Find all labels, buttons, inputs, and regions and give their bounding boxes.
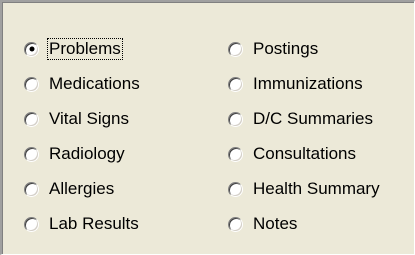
radio-label: Radiology <box>49 144 125 163</box>
radio-label: Health Summary <box>253 179 380 198</box>
radio-vital-signs[interactable]: Vital Signs <box>24 104 130 134</box>
radio-radiology[interactable]: Radiology <box>24 139 126 169</box>
radio-label: Immunizations <box>253 74 363 93</box>
radio-dc-summaries[interactable]: D/C Summaries <box>228 104 374 134</box>
report-type-group: Problems Medications Vital Signs Radiolo… <box>0 0 415 255</box>
radio-button[interactable] <box>228 111 243 127</box>
radio-button[interactable] <box>24 181 39 197</box>
radio-allergies[interactable]: Allergies <box>24 174 115 204</box>
radio-postings[interactable]: Postings <box>228 34 319 64</box>
radio-button[interactable] <box>228 146 243 162</box>
radio-consultations[interactable]: Consultations <box>228 139 357 169</box>
radio-label: D/C Summaries <box>253 109 373 128</box>
radio-button[interactable] <box>228 76 243 92</box>
radio-notes[interactable]: Notes <box>228 209 298 239</box>
radio-button[interactable] <box>24 41 39 57</box>
radio-label: Notes <box>253 214 298 233</box>
radio-label: Lab Results <box>49 214 139 233</box>
radio-button[interactable] <box>228 181 243 197</box>
radio-label: Medications <box>49 74 140 93</box>
radio-label: Problems <box>47 38 123 60</box>
radio-button[interactable] <box>24 146 39 162</box>
radio-button[interactable] <box>228 216 243 232</box>
radio-health-summary[interactable]: Health Summary <box>228 174 381 204</box>
radio-button[interactable] <box>228 41 243 57</box>
radio-button[interactable] <box>24 216 39 232</box>
radio-label: Vital Signs <box>49 109 130 128</box>
radio-label: Postings <box>253 39 319 58</box>
radio-label: Allergies <box>49 179 115 198</box>
radio-button[interactable] <box>24 76 39 92</box>
radio-medications[interactable]: Medications <box>24 69 141 99</box>
radio-problems[interactable]: Problems <box>24 34 123 64</box>
radio-lab-results[interactable]: Lab Results <box>24 209 140 239</box>
radio-button[interactable] <box>24 111 39 127</box>
radio-label: Consultations <box>253 144 357 163</box>
radio-immunizations[interactable]: Immunizations <box>228 69 364 99</box>
